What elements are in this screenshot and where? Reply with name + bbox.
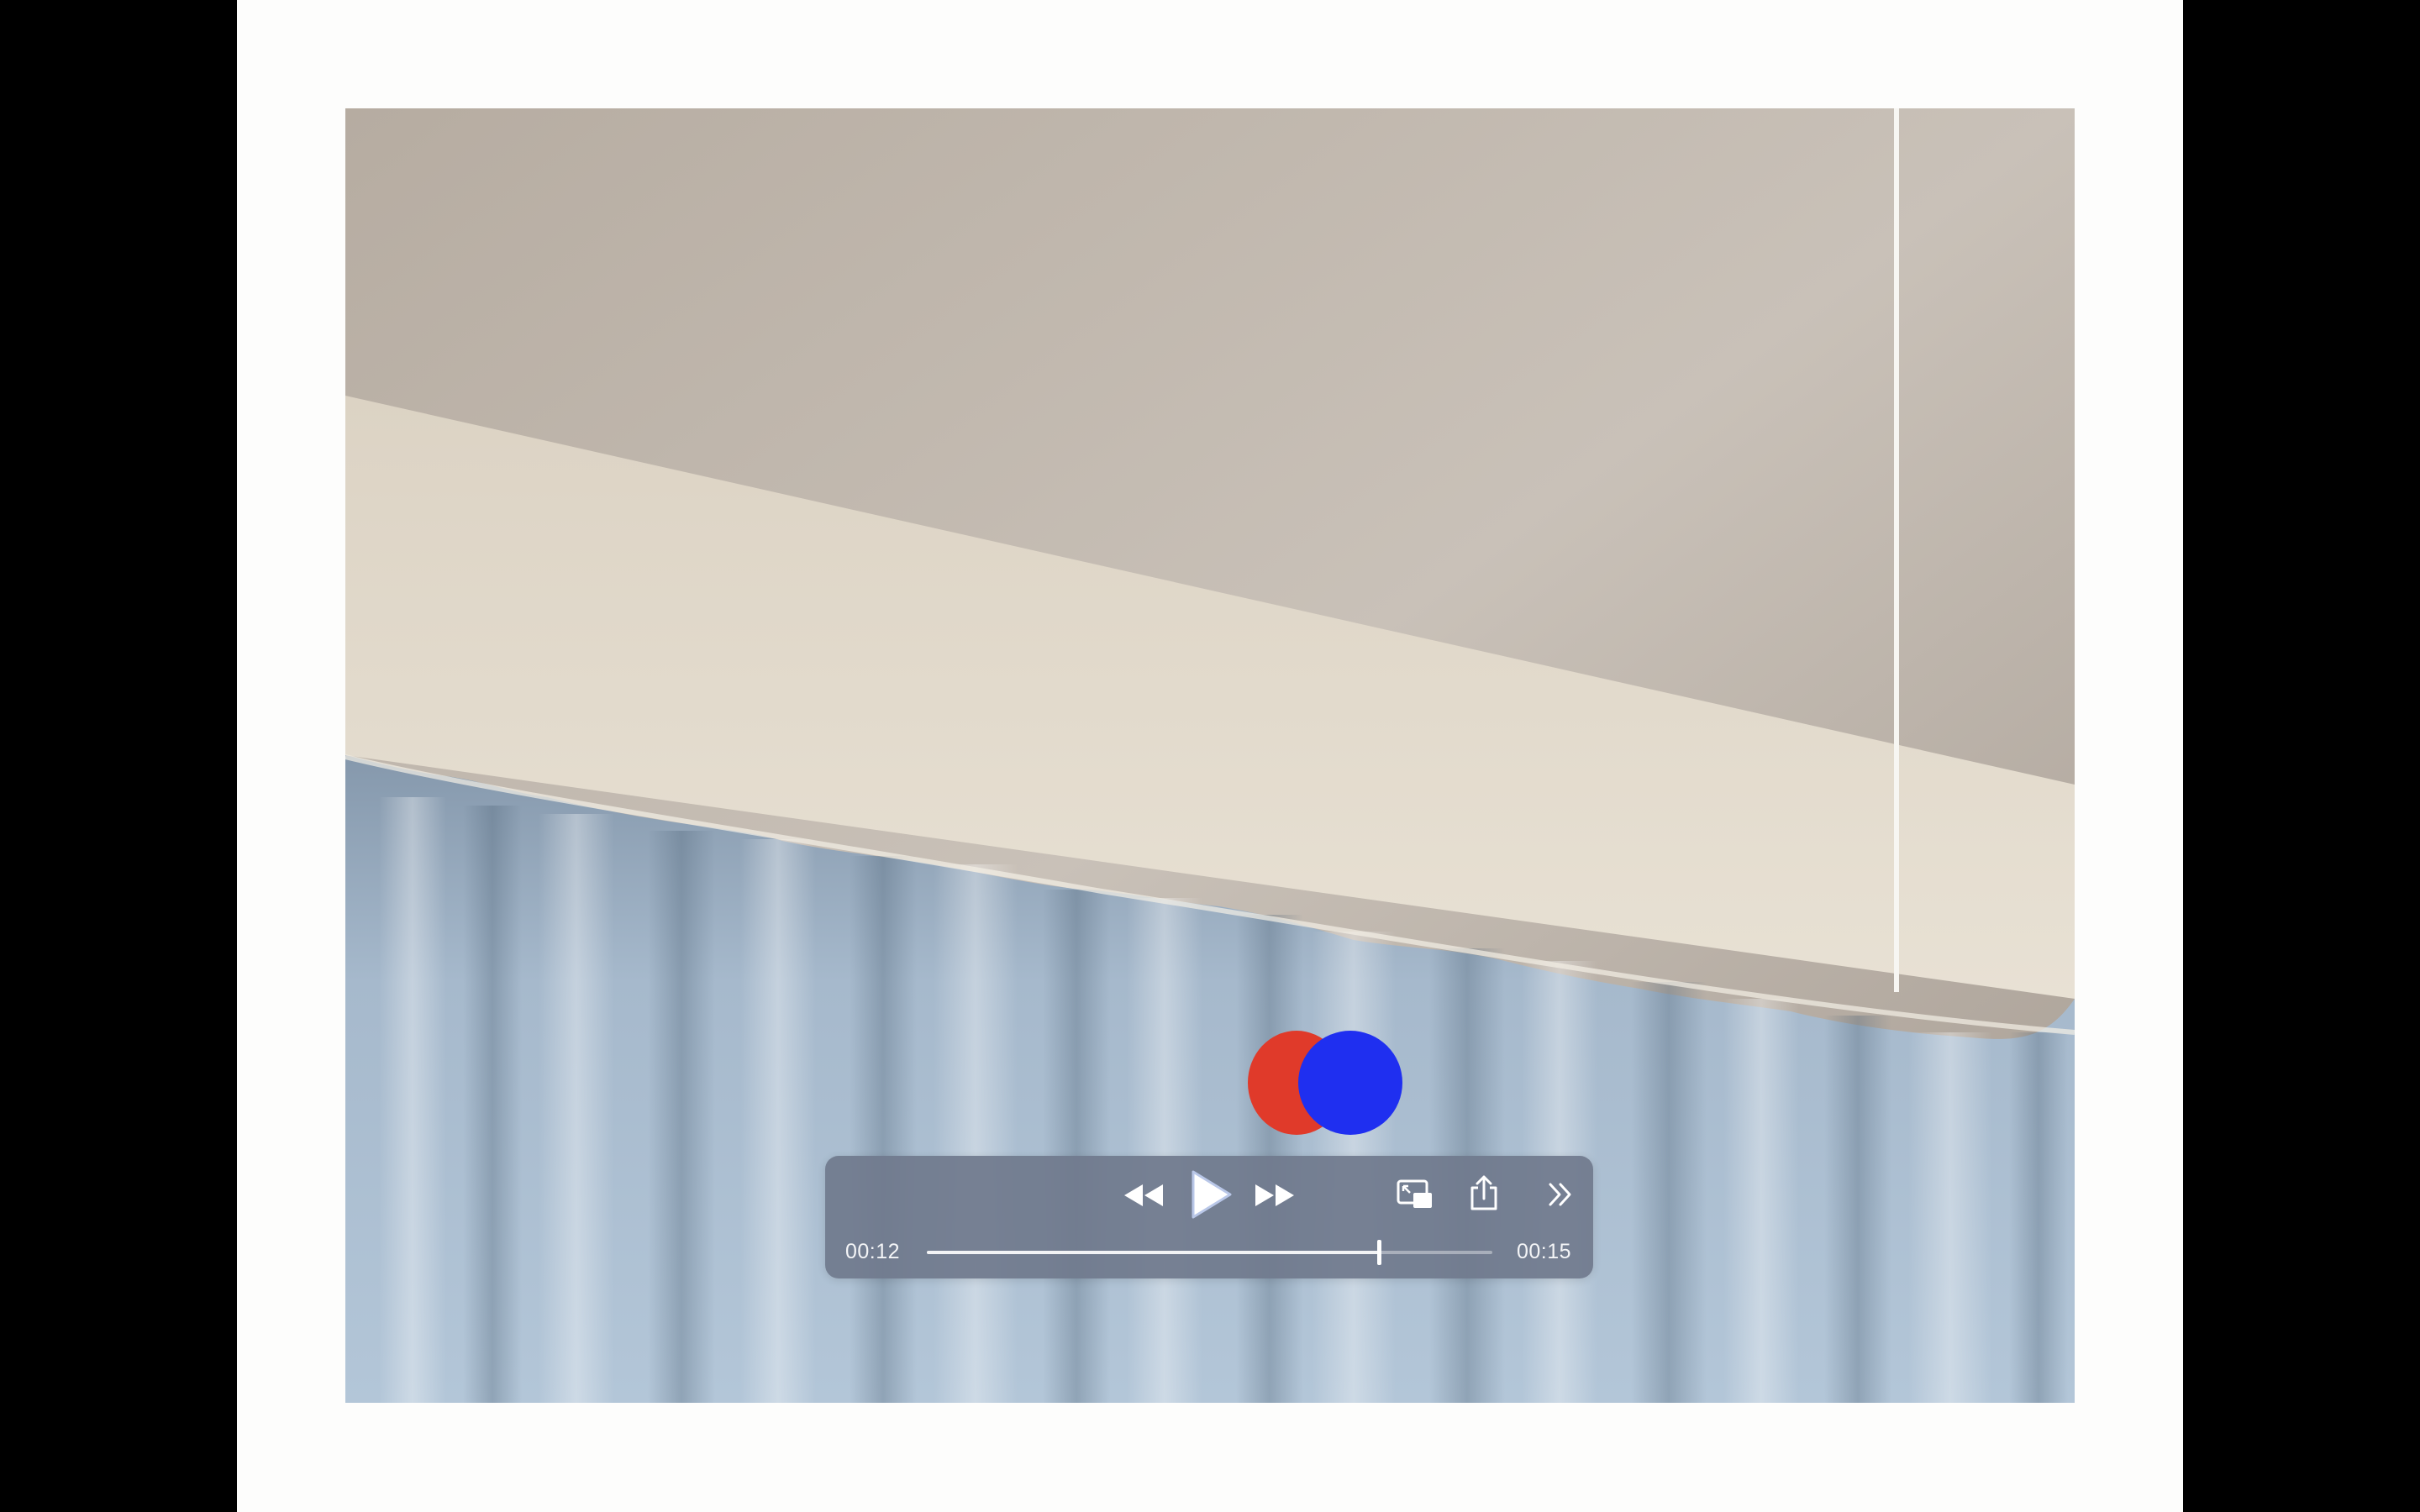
progress-fill <box>927 1251 1380 1254</box>
more-button[interactable] <box>1544 1178 1577 1211</box>
progress-thumb[interactable] <box>1377 1240 1382 1265</box>
blue-dot <box>1298 1031 1402 1135</box>
picture-in-picture-button[interactable] <box>1395 1178 1435 1211</box>
current-time: 00:12 <box>845 1240 901 1263</box>
share-icon <box>1470 1175 1497 1210</box>
chevron-double-right-icon <box>1549 1183 1571 1206</box>
fast-forward-button[interactable] <box>1251 1176 1298 1215</box>
play-button[interactable] <box>1186 1168 1235 1221</box>
picture-in-picture-icon <box>1397 1179 1432 1208</box>
fast-forward-icon <box>1255 1184 1294 1206</box>
share-button[interactable] <box>1465 1173 1502 1213</box>
duration-time: 00:15 <box>1517 1240 1572 1263</box>
rewind-button[interactable] <box>1120 1176 1167 1215</box>
play-icon <box>1192 1170 1232 1219</box>
progress-scrubber[interactable] <box>927 1240 1492 1265</box>
rewind-icon <box>1124 1184 1163 1206</box>
